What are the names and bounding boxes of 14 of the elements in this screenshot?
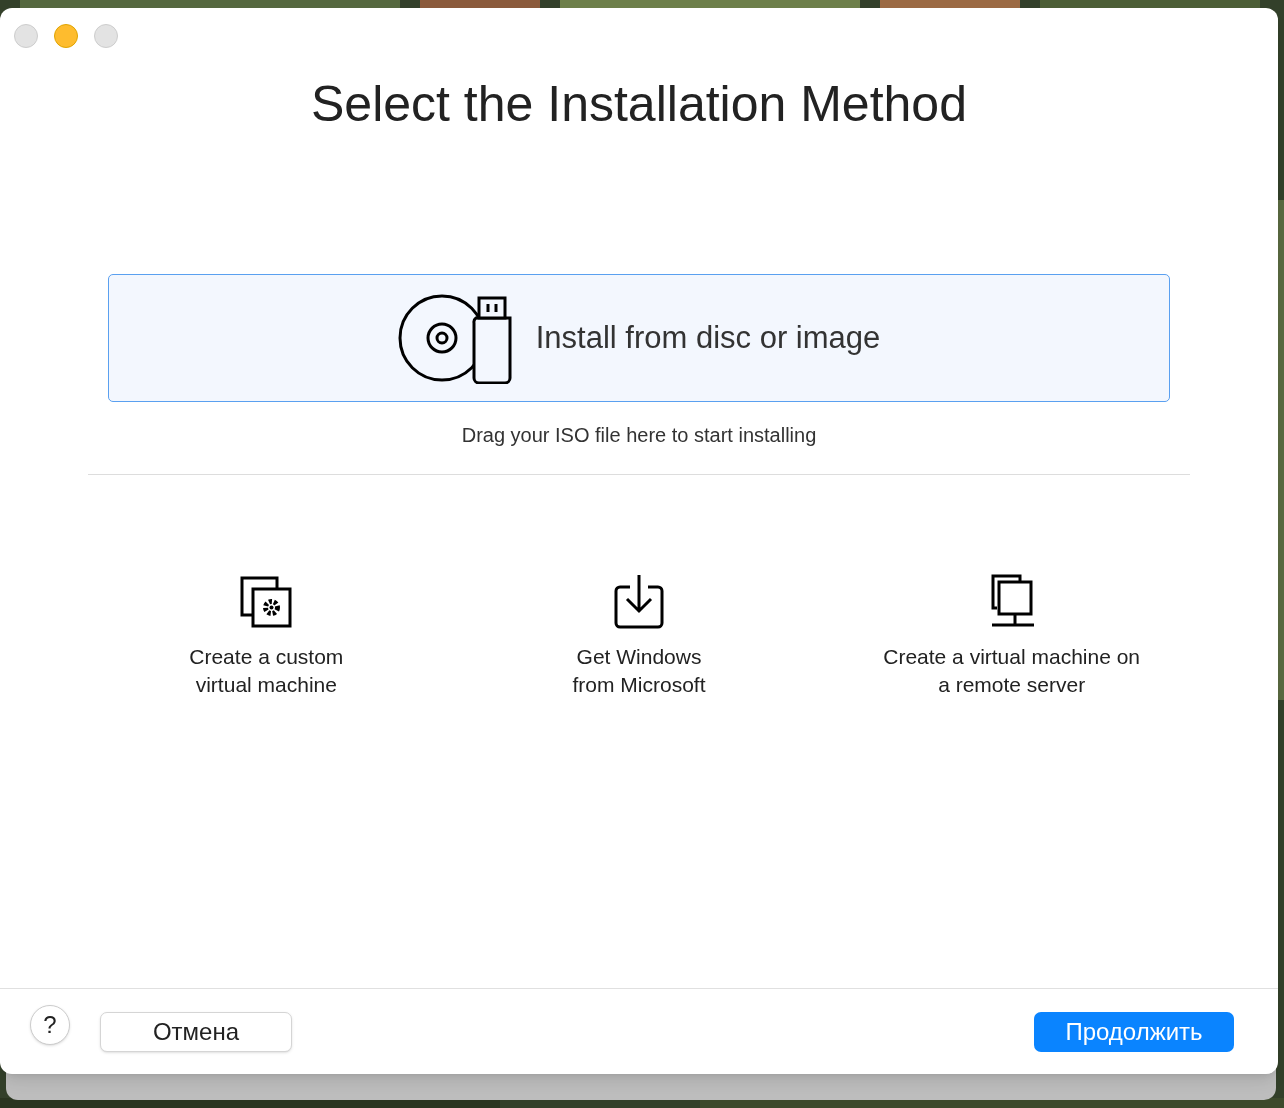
minimize-button[interactable] — [54, 24, 78, 48]
disc-and-usb-drive-icon — [397, 292, 512, 384]
windows-with-gear-icon — [239, 575, 294, 629]
window-title: Select the Installation Method — [311, 75, 967, 134]
hint-text: Drag your ISO file here to start installing — [461, 423, 817, 448]
cancel-button[interactable]: Отмена — [100, 1011, 292, 1052]
download-icon — [614, 573, 664, 629]
option-tile[interactable]: Create a custom virtual machine — [183, 569, 350, 701]
option-tile[interactable]: Get Windows from Microsoft — [566, 569, 712, 701]
install-option-card[interactable]: Install from disc or image — [108, 274, 1170, 402]
option-tile[interactable]: Create a virtual machine on a remote server — [877, 569, 1147, 701]
help-button[interactable]: ? — [30, 1004, 70, 1045]
remote-server-icon — [989, 573, 1034, 629]
continue-button[interactable]: Продолжить — [1034, 1011, 1234, 1052]
